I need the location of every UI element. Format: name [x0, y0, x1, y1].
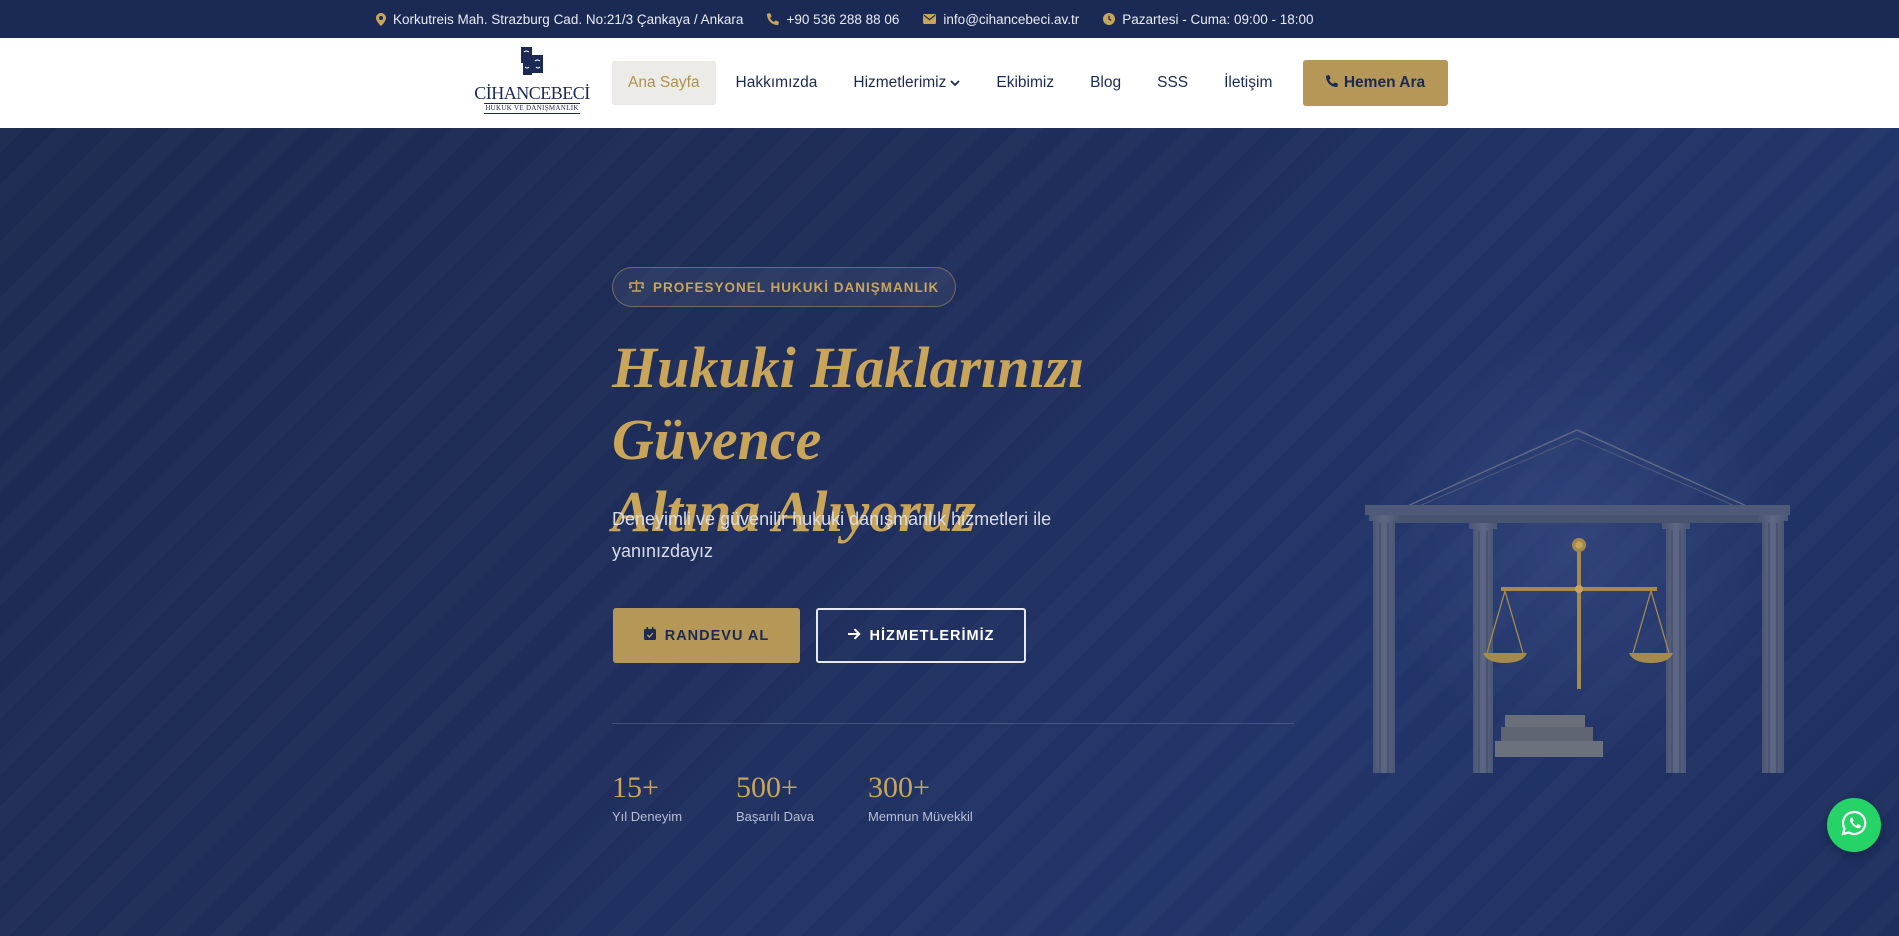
phone-text: +90 536 288 88 06 [786, 11, 900, 27]
nav-item-label: Ana Sayfa [628, 74, 700, 91]
stat-clients: 300+ Memnun Müvekkil [868, 771, 973, 824]
stat-label: Memnun Müvekkil [868, 809, 973, 824]
appointment-button[interactable]: RANDEVU AL [613, 608, 800, 663]
arrow-right-icon [847, 627, 861, 644]
hero-section: PROFESYONEL HUKUKİ DANIŞMANLIK Hukuki Ha… [0, 128, 1899, 936]
site-logo[interactable]: CİHANCEBECİ HUKUK VE DANIŞMANLIK [474, 47, 590, 119]
nav-item-label: Ekibimiz [996, 74, 1055, 91]
logo-mark-icon [521, 47, 543, 75]
hours-info: Pazartesi - Cuma: 09:00 - 18:00 [1103, 11, 1314, 27]
nav-item-hizmetlerimiz[interactable]: Hizmetlerimiz [837, 61, 976, 105]
stat-label: Başarılı Dava [736, 809, 815, 824]
nav-item-ekibimiz[interactable]: Ekibimiz [980, 61, 1070, 105]
logo-name: CİHANCEBECİ [474, 83, 590, 103]
calendar-icon [643, 627, 656, 644]
stat-value: 500+ [736, 771, 798, 804]
whatsapp-button[interactable] [1827, 798, 1881, 852]
call-now-button[interactable]: Hemen Ara [1303, 60, 1448, 106]
chevron-down-icon [950, 79, 961, 87]
hero-subtitle: Deneyimli ve güvenilir hukuki danışmanlı… [612, 509, 1052, 561]
phone-icon [767, 13, 780, 25]
phone-info[interactable]: +90 536 288 88 06 [767, 12, 899, 27]
envelope-icon [923, 14, 937, 24]
stat-value: 15+ [612, 771, 659, 804]
nav-item-label: SSS [1157, 74, 1189, 91]
stat-cases: 500+ Başarılı Dava [736, 771, 814, 824]
services-button-label: HİZMETLERİMİZ [869, 627, 995, 644]
scale-icon [627, 279, 646, 295]
nav-item-label: Blog [1090, 74, 1122, 91]
main-navbar: CİHANCEBECİ HUKUK VE DANIŞMANLIK Ana Say… [0, 38, 1899, 128]
courthouse-scale-illustration [1365, 323, 1790, 773]
nav-item-iletisim[interactable]: İletişim [1208, 61, 1288, 105]
nav-item-ana-sayfa[interactable]: Ana Sayfa [612, 61, 716, 105]
logo-tagline: HUKUK VE DANIŞMANLIK [484, 103, 580, 114]
hero-headline-line1: Hukuki Haklarınızı Güvence [612, 335, 1085, 472]
stat-label: Yıl Deneyim [612, 809, 683, 824]
call-now-label: Hemen Ara [1343, 74, 1426, 91]
hero-badge: PROFESYONEL HUKUKİ DANIŞMANLIK [612, 267, 957, 307]
email-text: info@cihancebeci.av.tr [943, 11, 1080, 27]
nav-item-label: Hizmetlerimiz [853, 74, 947, 91]
primary-nav: Ana Sayfa Hakkımızda Hizmetlerimiz Ekibi… [612, 60, 1292, 106]
clock-icon [1103, 13, 1116, 25]
address-info: Korkutreis Mah. Strazburg Cad. No:21/3 Ç… [376, 12, 743, 27]
nav-item-sss[interactable]: SSS [1141, 61, 1204, 105]
services-button[interactable]: HİZMETLERİMİZ [816, 608, 1026, 663]
email-info[interactable]: info@cihancebeci.av.tr [923, 12, 1079, 27]
nav-item-label: İletişim [1224, 74, 1273, 91]
whatsapp-icon [1841, 810, 1867, 841]
nav-item-blog[interactable]: Blog [1074, 61, 1137, 105]
stat-experience: 15+ Yıl Deneyim [612, 771, 682, 824]
nav-item-label: Hakkımızda [735, 74, 818, 91]
top-info-bar: Korkutreis Mah. Strazburg Cad. No:21/3 Ç… [0, 0, 1899, 38]
appointment-button-label: RANDEVU AL [664, 627, 770, 644]
nav-item-hakkimizda[interactable]: Hakkımızda [720, 61, 834, 105]
hero-divider [612, 723, 1294, 724]
hero-badge-text: PROFESYONEL HUKUKİ DANIŞMANLIK [653, 279, 940, 295]
hours-text: Pazartesi - Cuma: 09:00 - 18:00 [1122, 11, 1314, 27]
stat-value: 300+ [868, 771, 930, 804]
phone-icon [1325, 74, 1338, 92]
address-text: Korkutreis Mah. Strazburg Cad. No:21/3 Ç… [393, 11, 744, 27]
map-marker-icon [376, 12, 386, 26]
